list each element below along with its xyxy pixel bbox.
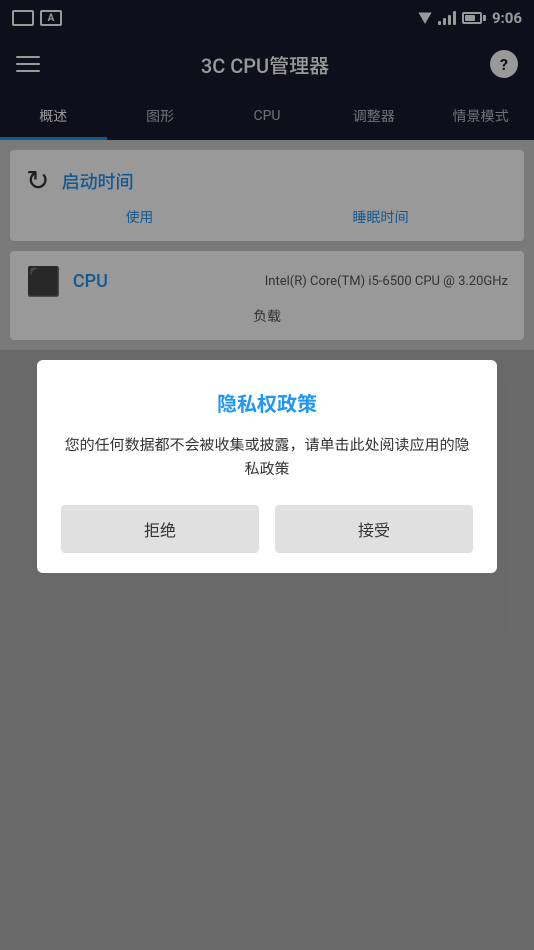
privacy-dialog: 隐私权政策 您的任何数据都不会被收集或披露，请单击此处阅读应用的隐私政策 拒绝 … <box>37 360 497 573</box>
dialog-buttons: 拒绝 接受 <box>61 505 473 553</box>
accept-button[interactable]: 接受 <box>275 505 473 553</box>
dialog-body: 您的任何数据都不会被收集或披露，请单击此处阅读应用的隐私政策 <box>61 433 473 481</box>
reject-button[interactable]: 拒绝 <box>61 505 259 553</box>
dialog-overlay: 隐私权政策 您的任何数据都不会被收集或披露，请单击此处阅读应用的隐私政策 拒绝 … <box>0 0 534 950</box>
dialog-title: 隐私权政策 <box>217 388 317 417</box>
